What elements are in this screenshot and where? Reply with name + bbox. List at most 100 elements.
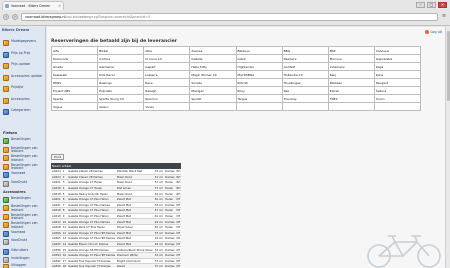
brand-link[interactable]: Kona: [373, 70, 422, 79]
table-row[interactable]: A0405 14 Gazelle Ebeon 10 inch Dames Zwart …: [51, 241, 182, 248]
brand-link[interactable]: Pelikaan: [327, 78, 375, 87]
browser-tab[interactable]: Voorraad - Bikers Dream ×: [2, 1, 64, 10]
brand-link[interactable]: Giselle: [50, 62, 99, 71]
sidebar-item[interactable]: Bestellingen van lesklant: [3, 222, 45, 229]
table-row[interactable]: A0406 12 Gazelle Orange C7 Plus HM Dames Zw…: [51, 230, 182, 237]
brand-link[interactable]: Raleigh: [143, 86, 191, 95]
brand-link[interactable]: Sakura: [373, 86, 422, 95]
brand-link[interactable]: Sonata: [189, 78, 237, 87]
address-bar[interactable]: voorraad.bikersgroep.nl/cgi-bin/webmgr.c…: [21, 13, 438, 21]
brand-link[interactable]: Targus: [235, 94, 283, 103]
sidebar-item[interactable]: VoorDrukt: [3, 180, 45, 187]
brand-link[interactable]: Germaine: [97, 62, 145, 71]
sidebar-item[interactable]: Bestellingen van lesklant: [3, 205, 45, 212]
table-row[interactable]: A0394 16 Gazelle Orange C7 Plus HM Dames Pr…: [51, 252, 182, 259]
sidebar-item[interactable]: Accessoires: [3, 97, 45, 104]
brand-link[interactable]: Rex: [281, 86, 329, 95]
brand-link[interactable]: Magic Winner CX: [189, 70, 237, 79]
sidebar-item[interactable]: VoorDrukt: [3, 238, 45, 245]
sidebar-item[interactable]: Uitloggen: [3, 263, 45, 268]
brand-link[interactable]: Alba: [143, 46, 191, 55]
brand-link[interactable]: Bikkel: [97, 46, 145, 55]
brand-link[interactable]: Hello Kitty: [189, 62, 237, 71]
table-row[interactable]: A0418 4 Gazelle Orange C7 Heren Piet Groen 5…: [51, 185, 182, 192]
table-row[interactable]: A0421 7 Gazelle Orange C7 Plus Dames Zwart …: [51, 202, 182, 209]
brand-link[interactable]: Gazelle: [189, 54, 237, 63]
browser-menu-icon[interactable]: ≡: [441, 14, 447, 20]
brand-link[interactable]: RMPx: [50, 78, 99, 87]
brand-link[interactable]: Race: [143, 78, 191, 87]
vertical-scrollbar[interactable]: [445, 27, 450, 268]
brand-link[interactable]: Indemaxx: [327, 62, 375, 71]
brand-link[interactable]: Kids Racer: [97, 70, 145, 79]
sidebar-item[interactable]: Instellingen: [3, 256, 45, 263]
back-button[interactable]: ‹: [3, 14, 9, 20]
table-row[interactable]: A0392 17 Gazelle Tour Populair T3 Dames Bri…: [51, 258, 182, 265]
brand-link[interactable]: Diamonds: [50, 54, 99, 63]
brand-link[interactable]: Project ABS: [50, 86, 99, 95]
brand-link[interactable]: Velero: [97, 102, 145, 111]
brand-link[interactable]: Klorek: [327, 86, 375, 95]
brand-link[interactable]: TREX: [327, 94, 375, 103]
sidebar-item[interactable]: Accessoires update: [3, 74, 45, 81]
brand-link[interactable]: CI Cuva CX: [143, 54, 191, 63]
brand-link[interactable]: Axenes: [189, 46, 237, 55]
table-row[interactable]: A0418 5 Gazelle Heavy Duty NL Heren Maan Ro…: [51, 190, 182, 197]
table-row[interactable]: A0418 9 Gazelle Orange C7 Plus Heren Zwart …: [51, 213, 182, 220]
brand-link[interactable]: Kawasaki: [50, 70, 99, 79]
table-row[interactable]: A0423 2 Gazelle Classic 28 Dames Maan Rood 5…: [51, 174, 182, 181]
close-window-button[interactable]: ✕: [438, 2, 447, 8]
table-row[interactable]: A0412 10 Gazelle Orange C7 Plus Dames Zwart…: [51, 218, 182, 225]
brand-link[interactable]: Yonex: [143, 102, 191, 111]
brand-link[interactable]: Rotrnik: [235, 78, 283, 87]
sidebar-item[interactable]: Bestellingen: [3, 137, 45, 144]
sidebar-item[interactable]: Prijslijst: [3, 85, 45, 92]
sidebar-item[interactable]: Prijs update: [3, 62, 45, 69]
brand-link[interactable]: Calvisius: [373, 46, 422, 55]
brand-link[interactable]: BSP: [327, 46, 375, 55]
brand-link[interactable]: Sportif: [189, 94, 237, 103]
brand-link[interactable]: Kenj: [327, 70, 375, 79]
table-row[interactable]: A0405 13 Gazelle Orange C7 Plus HM Dames Zw…: [51, 235, 182, 242]
brand-link[interactable]: BBG: [281, 46, 329, 55]
table-row[interactable]: A0421 6 Gazelle Orange C7 Plus Heren Zwart …: [51, 196, 182, 203]
sidebar-item[interactable]: Prijs op Prijs: [3, 51, 45, 58]
logout-link[interactable]: Log uit: [425, 30, 442, 34]
sidebar-item[interactable]: Voorraad: [3, 230, 45, 237]
brand-link[interactable]: Puprilelo: [97, 86, 145, 95]
brand-link[interactable]: Vogue: [50, 102, 99, 111]
brand-link[interactable]: Plurious: [327, 54, 375, 63]
brand-link[interactable]: Sparrinx: [143, 94, 191, 103]
brand-link[interactable]: Peugeot: [373, 78, 422, 87]
brand-link[interactable]: Gepart: [143, 62, 191, 71]
brand-link[interactable]: Thunbay: [281, 94, 329, 103]
brand-link[interactable]: Highlander: [235, 62, 283, 71]
brand-link[interactable]: Koga: [373, 62, 422, 71]
table-row[interactable]: A0390 18 Gazelle Tour Populair T3 Dames Zwa…: [51, 263, 182, 268]
brand-link[interactable]: Houdinigaz: [281, 78, 329, 87]
brand-link[interactable]: Lapierre: [143, 70, 191, 79]
brand-link[interactable]: Giant: [235, 54, 283, 63]
brand-link[interactable]: Hollandia CX: [281, 70, 329, 79]
sidebar-item[interactable]: Voorraad: [3, 171, 45, 179]
sidebar-item[interactable]: Bestellingen: [3, 196, 45, 203]
table-row[interactable]: A0408 11 Gazelle Paris C7 Plus Heren Royal …: [51, 224, 182, 231]
brand-link[interactable]: Union: [373, 94, 422, 103]
forward-button[interactable]: ›: [12, 14, 18, 20]
print-button[interactable]: Print: [51, 154, 64, 160]
sidebar-item[interactable]: Bestellingen van lesklant: [3, 146, 45, 154]
sidebar-item[interactable]: Bestellingen van lesklant: [3, 155, 45, 162]
brand-link[interactable]: Gepoelstra: [373, 54, 422, 63]
brand-link[interactable]: Sparta Young CX: [97, 94, 145, 103]
table-row[interactable]: A0396 15 Gazelle Orange C8 HM Dames Ambera …: [51, 246, 182, 253]
brand-link[interactable]: Pearlace: [281, 54, 329, 63]
tab-close-icon[interactable]: ×: [58, 4, 61, 8]
sidebar-item[interactable]: Gebruikers: [3, 248, 45, 255]
minimize-button[interactable]: –: [416, 2, 425, 8]
brand-link[interactable]: Batavus: [235, 46, 283, 55]
brand-link[interactable]: Sparta: [50, 94, 99, 103]
sidebar-item[interactable]: Modelgegevens: [3, 39, 45, 46]
table-row[interactable]: A0418 8 Gazelle Orange C7 Plus Heren Zwart …: [51, 207, 182, 214]
brand-link[interactable]: Rowingo: [97, 78, 145, 87]
sidebar-item[interactable]: Bestellingen van lesklant: [3, 213, 45, 221]
